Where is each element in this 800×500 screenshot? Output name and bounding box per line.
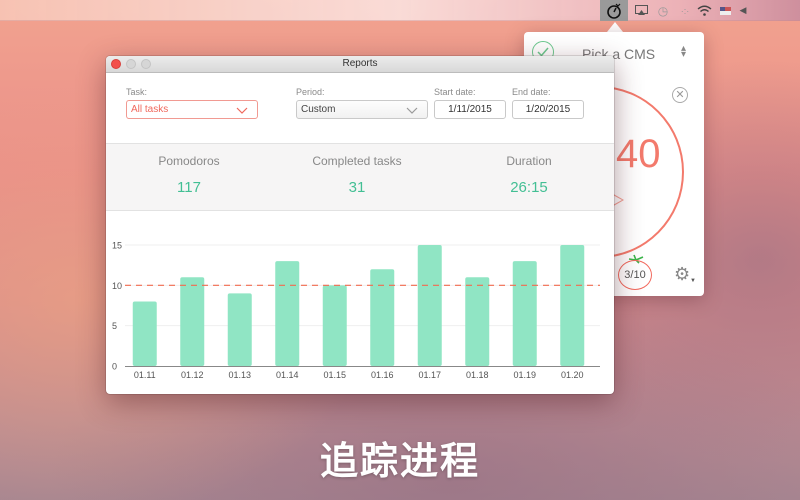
x-tick-label: 01.20 <box>561 370 584 380</box>
chevron-down-icon <box>406 107 418 114</box>
stat-pomodoros: Pomodoros 117 <box>109 154 269 196</box>
gear-icon[interactable]: ⚙ <box>674 264 690 285</box>
y-tick-label: 0 <box>112 362 117 372</box>
bar <box>370 269 395 366</box>
x-tick-label: 01.13 <box>228 370 251 380</box>
bar <box>322 285 347 366</box>
stat-value: 31 <box>348 179 366 196</box>
x-tick-label: 01.17 <box>418 370 441 380</box>
period-select-value: Custom <box>301 104 336 115</box>
bar <box>132 301 157 366</box>
bar <box>275 261 300 366</box>
stat-label: Pomodoros <box>158 154 220 168</box>
x-tick-label: 01.18 <box>466 370 489 380</box>
x-tick-label: 01.15 <box>323 370 346 380</box>
stat-value: 117 <box>177 179 201 196</box>
title-bar: Reports <box>106 56 614 73</box>
y-tick-label: 15 <box>112 241 122 251</box>
chevron-down-icon[interactable]: ▼ <box>690 278 696 284</box>
pomodoro-counter: 3/10 <box>618 260 652 290</box>
stat-value: 26:15 <box>510 179 548 196</box>
wifi-icon[interactable] <box>696 2 712 19</box>
volume-icon[interactable]: ◀ <box>738 2 748 19</box>
promo-caption: 追踪进程 <box>319 439 480 483</box>
bar <box>417 245 442 366</box>
chart-canvas: 0 5 10 15 01.11 01.12 01.13 01.14 01.15 01.16 01.1… <box>112 241 600 380</box>
stat-completed-tasks: Completed tasks 31 <box>277 154 437 196</box>
summary-stats: Pomodoros 117 Completed tasks 31 Duratio… <box>106 143 614 211</box>
period-select[interactable]: Custom <box>296 100 428 119</box>
task-select-value: All tasks <box>131 104 169 115</box>
updown-chevron-icon[interactable]: ▴ ▾ <box>681 44 686 60</box>
task-label: Task: <box>126 87 148 97</box>
x-tick-label: 01.19 <box>513 370 536 380</box>
x-tick-label: 01.16 <box>371 370 394 380</box>
reports-window: Reports Task: All tasks Period: Custom S… <box>106 56 614 394</box>
airplay-icon[interactable] <box>634 2 648 19</box>
chevron-down-icon <box>236 107 248 114</box>
input-flag-icon[interactable] <box>718 2 732 19</box>
x-tick-label: 01.12 <box>181 370 204 380</box>
timer-display: 40 <box>616 132 661 176</box>
bar <box>465 277 490 366</box>
bar <box>180 277 205 366</box>
stat-label: Completed tasks <box>312 154 402 168</box>
end-date-field[interactable]: 1/20/2015 <box>512 100 584 119</box>
pomodoro-timer-icon[interactable] <box>600 0 628 21</box>
start-date-label: Start date: <box>434 87 476 97</box>
start-date-field[interactable]: 1/11/2015 <box>434 100 506 119</box>
popover-arrow <box>607 22 623 32</box>
bar <box>560 245 585 366</box>
x-tick-label: 01.11 <box>134 370 156 380</box>
pomodoro-bar-chart: 0 5 10 15 01.11 01.12 01.13 01.14 01.15 01.16 01.1… <box>106 212 614 392</box>
y-tick-label: 10 <box>112 281 122 291</box>
bluetooth-dots-icon[interactable]: ·:· <box>678 2 692 19</box>
close-icon[interactable]: ✕ <box>672 87 688 103</box>
y-tick-label: 5 <box>112 321 117 331</box>
menu-bar: ◷ ·:· ◀ <box>0 0 800 21</box>
task-select[interactable]: All tasks <box>126 100 258 119</box>
period-label: Period: <box>296 87 325 97</box>
time-machine-icon[interactable]: ◷ <box>656 2 670 19</box>
end-date-label: End date: <box>512 87 551 97</box>
stat-duration: Duration 26:15 <box>449 154 609 196</box>
stat-label: Duration <box>506 154 552 168</box>
bar <box>512 261 537 366</box>
x-tick-label: 01.14 <box>276 370 299 380</box>
filters-bar: Task: All tasks Period: Custom Start dat… <box>106 73 614 143</box>
bar <box>227 293 252 366</box>
window-title: Reports <box>342 58 378 69</box>
